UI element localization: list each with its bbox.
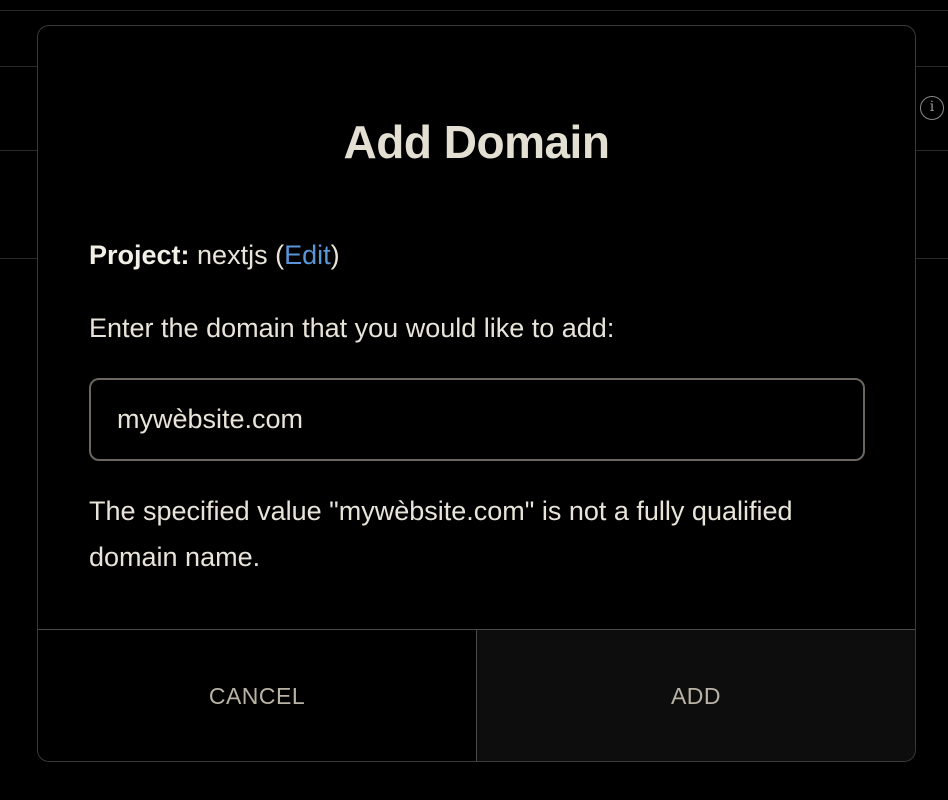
domain-input[interactable]	[89, 378, 865, 461]
project-suffix: )	[330, 240, 340, 270]
modal-footer: CANCEL ADD	[38, 629, 915, 761]
background-divider	[0, 10, 948, 11]
page: i Add Domain Project: nextjs (Edit) Ente…	[0, 0, 948, 800]
info-icon[interactable]: i	[920, 96, 944, 120]
project-label: Project:	[89, 240, 190, 270]
modal-title: Add Domain	[343, 116, 610, 168]
cancel-button[interactable]: CANCEL	[38, 630, 476, 761]
validation-error: The specified value "mywèbsite.com" is n…	[89, 496, 793, 572]
project-line: Project: nextjs (Edit)	[89, 238, 340, 272]
edit-project-link[interactable]: Edit	[284, 240, 331, 270]
project-name: nextjs (	[189, 240, 285, 270]
domain-prompt: Enter the domain that you would like to …	[89, 313, 615, 343]
add-domain-modal: Add Domain Project: nextjs (Edit) Enter …	[37, 25, 916, 762]
add-button[interactable]: ADD	[476, 630, 915, 761]
